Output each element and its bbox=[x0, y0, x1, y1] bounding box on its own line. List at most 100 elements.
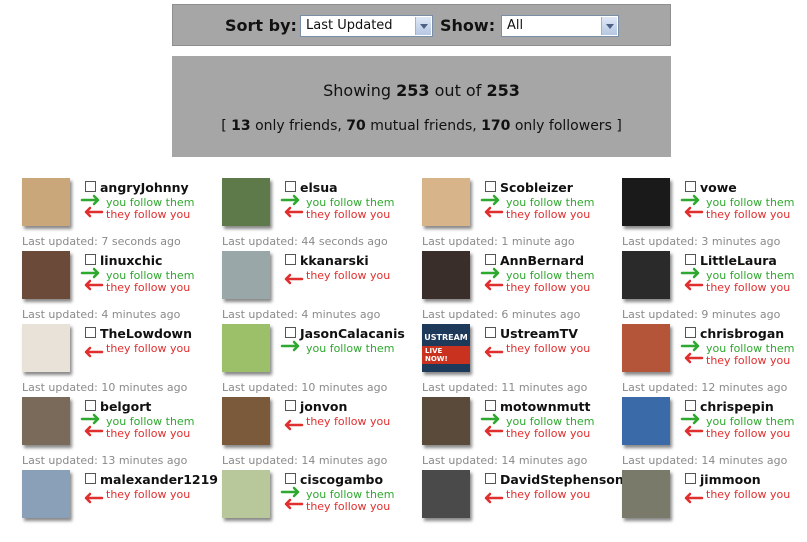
avatar[interactable]: USTREAM LIVE NOW! bbox=[422, 324, 470, 372]
select-checkbox[interactable] bbox=[685, 181, 696, 192]
username-link[interactable]: malexander1219 bbox=[100, 472, 218, 487]
select-checkbox[interactable] bbox=[285, 181, 296, 192]
chevron-down-icon[interactable] bbox=[415, 17, 431, 35]
avatar[interactable] bbox=[22, 397, 70, 445]
only-followers-label: only followers bbox=[514, 118, 612, 134]
avatar[interactable] bbox=[622, 397, 670, 445]
mutual-friends-count: 70 bbox=[346, 118, 366, 134]
select-checkbox[interactable] bbox=[85, 400, 96, 411]
user-card: linuxchic you follow them they follow you L… bbox=[22, 251, 222, 323]
only-friends-label: only friends, bbox=[255, 118, 342, 134]
select-checkbox[interactable] bbox=[285, 327, 296, 338]
sort-by-label: Sort by: bbox=[225, 16, 297, 35]
avatar[interactable] bbox=[222, 178, 270, 226]
user-card: jimmoon they follow you bbox=[622, 470, 807, 542]
username-link[interactable]: jonvon bbox=[300, 399, 347, 414]
username-link[interactable]: jimmoon bbox=[700, 472, 761, 487]
select-checkbox[interactable] bbox=[85, 181, 96, 192]
last-updated-text: Last updated: 10 minutes ago bbox=[222, 381, 388, 394]
avatar[interactable] bbox=[22, 470, 70, 518]
username-link[interactable]: linuxchic bbox=[100, 253, 162, 268]
select-checkbox[interactable] bbox=[485, 400, 496, 411]
username-link[interactable]: LittleLaura bbox=[700, 253, 777, 268]
avatar[interactable] bbox=[22, 324, 70, 372]
select-checkbox[interactable] bbox=[685, 327, 696, 338]
avatar[interactable] bbox=[22, 178, 70, 226]
username-link[interactable]: kkanarski bbox=[300, 253, 369, 268]
username-link[interactable]: chrispepin bbox=[700, 399, 774, 414]
username-link[interactable]: belgort bbox=[100, 399, 151, 414]
chevron-down-icon[interactable] bbox=[601, 17, 617, 35]
username-link[interactable]: TheLowdown bbox=[100, 326, 192, 341]
follow-relationship-icon bbox=[680, 340, 704, 364]
username-link[interactable]: JasonCalacanis bbox=[300, 326, 405, 341]
follow-relationship-icon bbox=[480, 413, 504, 437]
they-follow-you-label: they follow you bbox=[306, 269, 391, 282]
relationship-breakdown: [ 13 only friends, 70 mutual friends, 17… bbox=[172, 118, 671, 134]
they-follow-you-label: they follow you bbox=[106, 281, 191, 294]
select-checkbox[interactable] bbox=[85, 254, 96, 265]
last-updated-text: Last updated: 4 minutes ago bbox=[22, 308, 181, 321]
last-updated-text: Last updated: 13 minutes ago bbox=[22, 454, 188, 467]
avatar[interactable] bbox=[622, 470, 670, 518]
user-card: belgort you follow them they follow you Las… bbox=[22, 397, 222, 469]
user-card: angryJohnny you follow them they follow yo… bbox=[22, 178, 222, 250]
select-checkbox[interactable] bbox=[485, 181, 496, 192]
last-updated-text: Last updated: 6 minutes ago bbox=[422, 308, 581, 321]
follow-relationship-icon bbox=[480, 267, 504, 291]
last-updated-text: Last updated: 10 minutes ago bbox=[22, 381, 188, 394]
summary-panel: Showing 253 out of 253 [ 13 only friends… bbox=[172, 56, 671, 157]
follow-relationship-icon bbox=[280, 486, 304, 510]
show-select[interactable]: All bbox=[501, 15, 619, 37]
select-checkbox[interactable] bbox=[685, 400, 696, 411]
username-link[interactable]: Scobleizer bbox=[500, 180, 573, 195]
sort-by-value: Last Updated bbox=[306, 18, 393, 33]
username-link[interactable]: DavidStephenson bbox=[500, 472, 624, 487]
avatar[interactable] bbox=[422, 470, 470, 518]
avatar[interactable] bbox=[622, 324, 670, 372]
they-follow-you-label: they follow you bbox=[506, 342, 591, 355]
they-follow-you-label: they follow you bbox=[706, 281, 791, 294]
last-updated-text: Last updated: 14 minutes ago bbox=[422, 454, 588, 467]
username-link[interactable]: angryJohnny bbox=[100, 180, 189, 195]
avatar[interactable] bbox=[222, 251, 270, 299]
last-updated-text: Last updated: 9 minutes ago bbox=[622, 308, 781, 321]
user-card: motownmutt you follow them they follow you… bbox=[422, 397, 622, 469]
avatar[interactable] bbox=[622, 251, 670, 299]
avatar[interactable] bbox=[622, 178, 670, 226]
username-link[interactable]: chrisbrogan bbox=[700, 326, 784, 341]
avatar[interactable] bbox=[422, 397, 470, 445]
user-card: chrispepin you follow them they follow you… bbox=[622, 397, 807, 469]
username-link[interactable]: elsua bbox=[300, 180, 338, 195]
they-follow-you-label: they follow you bbox=[106, 427, 191, 440]
user-card: elsua you follow them they follow you Last … bbox=[222, 178, 422, 250]
sort-by-select[interactable]: Last Updated bbox=[300, 15, 433, 37]
last-updated-text: Last updated: 11 minutes ago bbox=[422, 381, 588, 394]
select-checkbox[interactable] bbox=[485, 254, 496, 265]
select-checkbox[interactable] bbox=[685, 254, 696, 265]
user-card: ciscogambo you follow them they follow you bbox=[222, 470, 422, 542]
username-link[interactable]: UstreamTV bbox=[500, 326, 578, 341]
username-link[interactable]: ciscogambo bbox=[300, 472, 383, 487]
showing-prefix: Showing bbox=[323, 81, 392, 100]
avatar[interactable] bbox=[222, 324, 270, 372]
out-of-label: out of bbox=[434, 81, 482, 100]
last-updated-text: Last updated: 44 seconds ago bbox=[222, 235, 388, 248]
username-link[interactable]: motownmutt bbox=[500, 399, 591, 414]
avatar[interactable] bbox=[422, 178, 470, 226]
they-follow-you-label: they follow you bbox=[706, 427, 791, 440]
avatar[interactable] bbox=[22, 251, 70, 299]
username-link[interactable]: vowe bbox=[700, 180, 737, 195]
user-card: jonvon they follow you Last updated: 14 mi… bbox=[222, 397, 422, 469]
select-checkbox[interactable] bbox=[285, 473, 296, 484]
follow-relationship-icon bbox=[480, 480, 504, 504]
last-updated-text: Last updated: 3 minutes ago bbox=[622, 235, 781, 248]
avatar[interactable] bbox=[422, 251, 470, 299]
avatar[interactable] bbox=[222, 397, 270, 445]
follow-relationship-icon bbox=[280, 261, 304, 285]
they-follow-you-label: they follow you bbox=[506, 281, 591, 294]
follow-relationship-icon bbox=[80, 480, 104, 504]
avatar[interactable] bbox=[222, 470, 270, 518]
username-link[interactable]: AnnBernard bbox=[500, 253, 584, 268]
follow-relationship-icon bbox=[80, 413, 104, 437]
